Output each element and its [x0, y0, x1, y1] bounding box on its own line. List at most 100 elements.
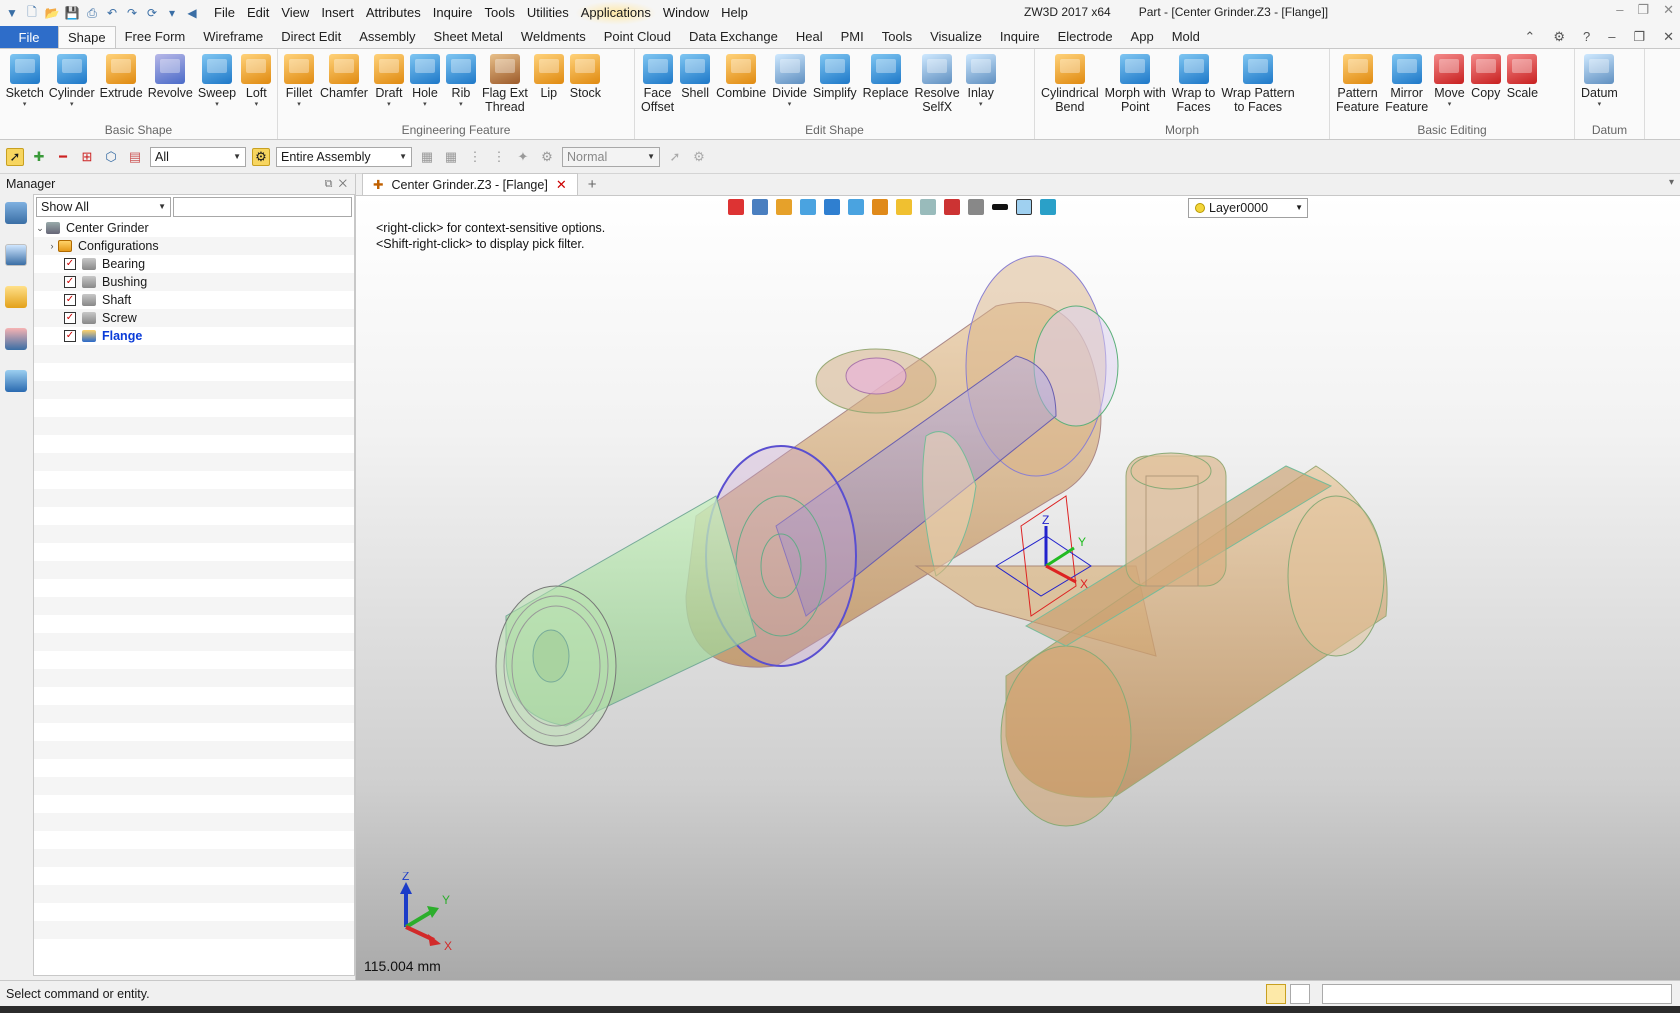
tree-item-bushing[interactable]: ✓ Bushing: [34, 273, 354, 291]
tab-wireframe[interactable]: Wireframe: [194, 26, 272, 48]
doc-minimize-icon[interactable]: –: [1608, 29, 1615, 45]
settings-gear-icon[interactable]: ⚙: [1553, 29, 1565, 45]
history-tree-icon[interactable]: [5, 202, 27, 224]
tab-app[interactable]: App: [1122, 26, 1163, 48]
list-view-icon[interactable]: [1290, 984, 1310, 1004]
collapse-ribbon-icon[interactable]: ⌃: [1524, 29, 1535, 45]
snap-icon[interactable]: ⚙: [690, 148, 708, 166]
tab-mold[interactable]: Mold: [1163, 26, 1209, 48]
fillet-icon: [284, 54, 314, 84]
pin-icon[interactable]: ✦: [514, 148, 532, 166]
tree-configurations[interactable]: › Configurations: [34, 237, 354, 255]
file-tab[interactable]: File: [0, 26, 58, 48]
pick-filter-dropdown[interactable]: All ▼: [150, 146, 246, 167]
expand-icon[interactable]: ›: [46, 237, 58, 255]
menu-view[interactable]: View: [275, 1, 315, 25]
remove-filter-icon[interactable]: ━: [54, 148, 72, 166]
shaft[interactable]: [495, 495, 757, 747]
regen-icon[interactable]: ⟳: [144, 5, 160, 21]
tab-weldments[interactable]: Weldments: [512, 26, 595, 48]
minimize-icon[interactable]: –: [1616, 2, 1623, 18]
menu-edit[interactable]: Edit: [241, 1, 275, 25]
hide-icon[interactable]: ▦: [418, 148, 436, 166]
layout-toggle-icon[interactable]: [1266, 984, 1286, 1004]
open-file-icon[interactable]: 📂: [44, 5, 60, 21]
tree-root[interactable]: ⌄ Center Grinder: [34, 219, 354, 237]
save-icon[interactable]: 💾: [64, 5, 80, 21]
assembly-scope-icon[interactable]: ⚙: [252, 147, 270, 166]
app-logo-icon[interactable]: ▼: [4, 5, 20, 21]
cursor-icon[interactable]: ➚: [666, 148, 684, 166]
show-icon[interactable]: ▦: [442, 148, 460, 166]
menu-inquire[interactable]: Inquire: [427, 1, 479, 25]
tree-item-flange[interactable]: ✓ Flange: [34, 327, 354, 345]
visual-manager-icon[interactable]: [5, 328, 27, 350]
print-icon[interactable]: ⎙: [84, 5, 100, 21]
tab-free-form[interactable]: Free Form: [116, 26, 195, 48]
menu-utilities[interactable]: Utilities: [521, 1, 575, 25]
menu-window[interactable]: Window: [657, 1, 715, 25]
filter-list-icon[interactable]: ▤: [126, 148, 144, 166]
align-left-icon[interactable]: ⋮: [490, 148, 508, 166]
tab-tools[interactable]: Tools: [873, 26, 921, 48]
tab-visualize[interactable]: Visualize: [921, 26, 991, 48]
menu-insert[interactable]: Insert: [315, 1, 360, 25]
document-tab[interactable]: ✚ Center Grinder.Z3 - [Flange] ✕: [362, 173, 578, 195]
scope-dropdown[interactable]: Entire Assembly ▼: [276, 146, 412, 167]
tab-point-cloud[interactable]: Point Cloud: [595, 26, 680, 48]
collapse-icon[interactable]: ⌄: [34, 219, 46, 237]
menu-applications[interactable]: Applications: [574, 1, 657, 25]
float-panel-icon[interactable]: ⧉: [325, 178, 333, 190]
doc-close-icon[interactable]: ✕: [1663, 29, 1674, 45]
menu-help[interactable]: Help: [715, 1, 754, 25]
visibility-checkbox[interactable]: ✓: [64, 312, 76, 324]
undo-icon[interactable]: ↶: [104, 5, 120, 21]
new-tab-icon[interactable]: +: [588, 176, 597, 195]
add-filter-icon[interactable]: ✚: [30, 148, 48, 166]
new-file-icon[interactable]: 🗋: [24, 5, 40, 21]
doc-restore-icon[interactable]: ❐: [1633, 29, 1645, 45]
back-arrow-icon[interactable]: ◀: [184, 5, 200, 21]
parts-library-icon[interactable]: [5, 286, 27, 308]
tab-inquire[interactable]: Inquire: [991, 26, 1049, 48]
tab-heal[interactable]: Heal: [787, 26, 832, 48]
assembly-model[interactable]: Z Y X: [356, 196, 1680, 980]
visibility-checkbox[interactable]: ✓: [64, 276, 76, 288]
tab-sheet-metal[interactable]: Sheet Metal: [425, 26, 512, 48]
close-tab-icon[interactable]: ✕: [556, 177, 567, 193]
align-icon[interactable]: ⋮: [466, 148, 484, 166]
close-window-icon[interactable]: ✕: [1663, 2, 1674, 18]
render-mode-dropdown[interactable]: Normal ▼: [562, 146, 660, 167]
tree-item-bearing[interactable]: ✓ Bearing: [34, 255, 354, 273]
user-icon[interactable]: [5, 370, 27, 392]
visibility-checkbox[interactable]: ✓: [64, 330, 76, 342]
tab-assembly[interactable]: Assembly: [350, 26, 424, 48]
pick-arrow-icon[interactable]: ➚: [6, 147, 24, 166]
menu-file[interactable]: File: [208, 1, 241, 25]
visibility-checkbox[interactable]: ✓: [64, 258, 76, 270]
tab-shape[interactable]: Shape: [58, 26, 116, 48]
tree-item-screw[interactable]: ✓ Screw: [34, 309, 354, 327]
lasso-icon[interactable]: ⬡: [102, 148, 120, 166]
status-input-field[interactable]: [1322, 984, 1672, 1004]
help-icon[interactable]: ?: [1583, 29, 1590, 45]
visibility-checkbox[interactable]: ✓: [64, 294, 76, 306]
menu-attributes[interactable]: Attributes: [360, 1, 427, 25]
show-all-dropdown[interactable]: Show All ▼: [36, 197, 171, 217]
tab-pmi[interactable]: PMI: [832, 26, 873, 48]
render-settings-icon[interactable]: ⚙: [538, 148, 556, 166]
close-panel-icon[interactable]: ✕: [339, 178, 347, 190]
tab-direct-edit[interactable]: Direct Edit: [272, 26, 350, 48]
box-select-icon[interactable]: ⊞: [78, 148, 96, 166]
restore-icon[interactable]: ❐: [1637, 2, 1649, 18]
qat-dropdown-icon[interactable]: ▾: [164, 5, 180, 21]
tab-electrode[interactable]: Electrode: [1049, 26, 1122, 48]
tab-overflow-icon[interactable]: ▾: [1669, 177, 1674, 188]
redo-icon[interactable]: ↷: [124, 5, 140, 21]
assembly-tree-icon[interactable]: [5, 244, 27, 266]
menu-tools[interactable]: Tools: [479, 1, 521, 25]
tree-search-input[interactable]: [173, 197, 352, 217]
tree-item-shaft[interactable]: ✓ Shaft: [34, 291, 354, 309]
tab-data-exchange[interactable]: Data Exchange: [680, 26, 787, 48]
3d-viewport[interactable]: Layer0000 ▼ <right-click> for context-se…: [356, 196, 1680, 980]
